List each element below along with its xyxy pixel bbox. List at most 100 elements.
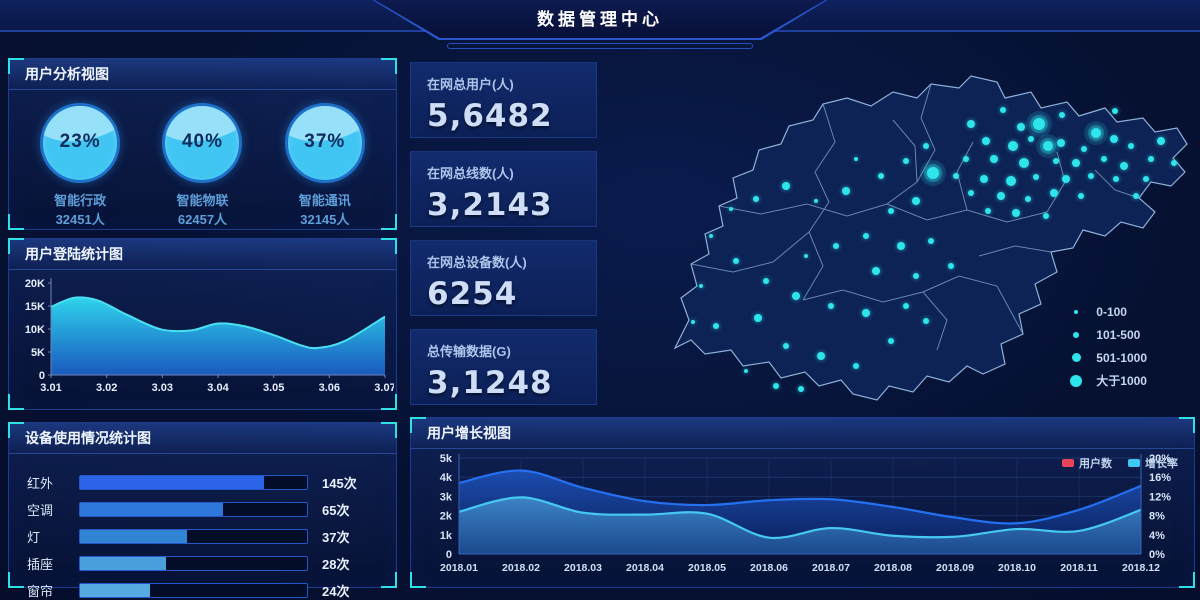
axis-label: 3.04 bbox=[207, 382, 229, 394]
corner-accent bbox=[410, 417, 426, 433]
legend-item-users[interactable]: 用户数 bbox=[1062, 455, 1112, 471]
stat-label: 总传输数据(G) bbox=[427, 341, 580, 360]
legend-item-growth[interactable]: 增长率 bbox=[1128, 455, 1178, 471]
axis-label: 8% bbox=[1149, 511, 1165, 523]
map-dot bbox=[888, 338, 894, 344]
bar-fill bbox=[80, 584, 150, 597]
legend-dot-box bbox=[1069, 310, 1083, 314]
map-dot bbox=[963, 156, 969, 162]
gauge: 23%智能行政32451人 bbox=[25, 103, 135, 228]
map-dot bbox=[792, 292, 800, 300]
map-dot bbox=[997, 192, 1005, 200]
map-dot bbox=[1033, 118, 1045, 130]
device-label: 窗帘 bbox=[27, 581, 79, 600]
map-dot bbox=[1059, 112, 1065, 118]
device-label: 空调 bbox=[27, 500, 79, 519]
map-dot bbox=[1072, 159, 1080, 167]
map-dot bbox=[817, 352, 825, 360]
corner-accent bbox=[8, 58, 24, 74]
device-usage-row: 窗帘24次 bbox=[27, 577, 378, 600]
device-value: 145次 bbox=[308, 473, 378, 492]
map-dot bbox=[1081, 146, 1087, 152]
corner-accent bbox=[381, 58, 397, 74]
map-dot bbox=[903, 303, 909, 309]
map-dot bbox=[1025, 196, 1031, 202]
map-dot bbox=[763, 278, 769, 284]
map-dot bbox=[982, 137, 990, 145]
axis-label: 4k bbox=[440, 472, 453, 484]
dashboard: 数据管理中心 用户分析视图 23%智能行政32451人40%智能物联62457人… bbox=[0, 0, 1200, 600]
map-dot bbox=[1128, 143, 1134, 149]
legend-dot-icon bbox=[1074, 310, 1078, 314]
legend-label: 501-1000 bbox=[1096, 351, 1147, 365]
map-dot bbox=[872, 267, 880, 275]
axis-label: 0% bbox=[1149, 549, 1165, 561]
stat-label: 在网总设备数(人) bbox=[427, 252, 580, 271]
axis-label: 3.03 bbox=[152, 382, 173, 394]
map-dot bbox=[1033, 174, 1039, 180]
map-dot bbox=[1006, 176, 1016, 186]
panel-device-usage: 设备使用情况统计图 红外145次空调65次灯37次插座28次窗帘24次 bbox=[8, 422, 397, 588]
device-usage-row: 插座28次 bbox=[27, 550, 378, 577]
map-dot bbox=[828, 303, 834, 309]
map-dot bbox=[913, 273, 919, 279]
bar-track bbox=[79, 583, 308, 598]
map-dot bbox=[804, 254, 808, 258]
axis-label: 3.01 bbox=[40, 382, 61, 394]
corner-accent bbox=[410, 572, 426, 588]
map-dot bbox=[744, 369, 748, 373]
panel-title-device-usage: 设备使用情况统计图 bbox=[9, 423, 396, 454]
device-label: 插座 bbox=[27, 554, 79, 573]
map-dot bbox=[948, 263, 954, 269]
stat-label: 在网总用户(人) bbox=[427, 74, 580, 93]
axis-label: 2018.12 bbox=[1122, 562, 1160, 574]
corner-accent bbox=[8, 214, 24, 230]
corner-accent bbox=[381, 394, 397, 410]
map-dot bbox=[1148, 156, 1154, 162]
gauge-percent: 23% bbox=[43, 106, 117, 178]
corner-accent bbox=[381, 572, 397, 588]
map-legend-item: 0-100 bbox=[1069, 300, 1147, 323]
map-dot bbox=[990, 155, 998, 163]
axis-label: 0 bbox=[39, 370, 45, 382]
bar-list: 红外145次空调65次灯37次插座28次窗帘24次 bbox=[9, 454, 396, 600]
axis-label: 2018.01 bbox=[440, 562, 478, 574]
axis-label: 3.07 bbox=[374, 382, 394, 394]
panel-title-user-growth: 用户增长视图 bbox=[411, 418, 1194, 449]
legend-dot-icon bbox=[1072, 353, 1081, 362]
stat-value: 5,6482 bbox=[427, 98, 580, 134]
axis-label: 2018.04 bbox=[626, 562, 664, 574]
gauge-row: 23%智能行政32451人40%智能物联62457人37%智能通讯32145人 bbox=[9, 90, 396, 228]
stat-card: 在网总线数(人)3,2143 bbox=[410, 151, 597, 227]
stat-label: 在网总线数(人) bbox=[427, 163, 580, 182]
legend-dot-box bbox=[1069, 353, 1083, 362]
map-dot bbox=[1143, 176, 1149, 182]
axis-label: 2018.05 bbox=[688, 562, 726, 574]
legend-text: 用户数 bbox=[1079, 455, 1112, 471]
map-legend: 0-100101-500501-1000大于1000 bbox=[1069, 300, 1147, 392]
gauge-count: 32145人 bbox=[270, 209, 380, 228]
panel-title-user-analysis: 用户分析视图 bbox=[9, 59, 396, 90]
area-fill bbox=[51, 297, 385, 375]
bar-fill bbox=[80, 476, 264, 489]
stat-card: 在网总设备数(人)6254 bbox=[410, 240, 597, 316]
map-dot bbox=[729, 207, 733, 211]
corner-accent bbox=[8, 238, 24, 254]
stat-value: 3,1248 bbox=[427, 365, 580, 401]
gauge-name: 智能通讯 bbox=[270, 190, 380, 209]
map-dot bbox=[1050, 189, 1058, 197]
axis-label: 16% bbox=[1149, 472, 1171, 484]
map-dot bbox=[709, 234, 713, 238]
map-dot bbox=[912, 197, 920, 205]
bar-fill bbox=[80, 503, 223, 516]
axis-label: 2018.10 bbox=[998, 562, 1036, 574]
map-dot bbox=[923, 318, 929, 324]
axis-label: 4% bbox=[1149, 530, 1165, 542]
map-dot bbox=[1000, 107, 1006, 113]
corner-accent bbox=[381, 238, 397, 254]
panel-user-growth: 用户增长视图 用户数增长率 01k2k3k4k5k0%4%8%12%16%20%… bbox=[410, 417, 1195, 588]
map-dot bbox=[1028, 136, 1034, 142]
map-dot bbox=[713, 323, 719, 329]
map-dot bbox=[1062, 175, 1070, 183]
axis-label: 2018.08 bbox=[874, 562, 912, 574]
